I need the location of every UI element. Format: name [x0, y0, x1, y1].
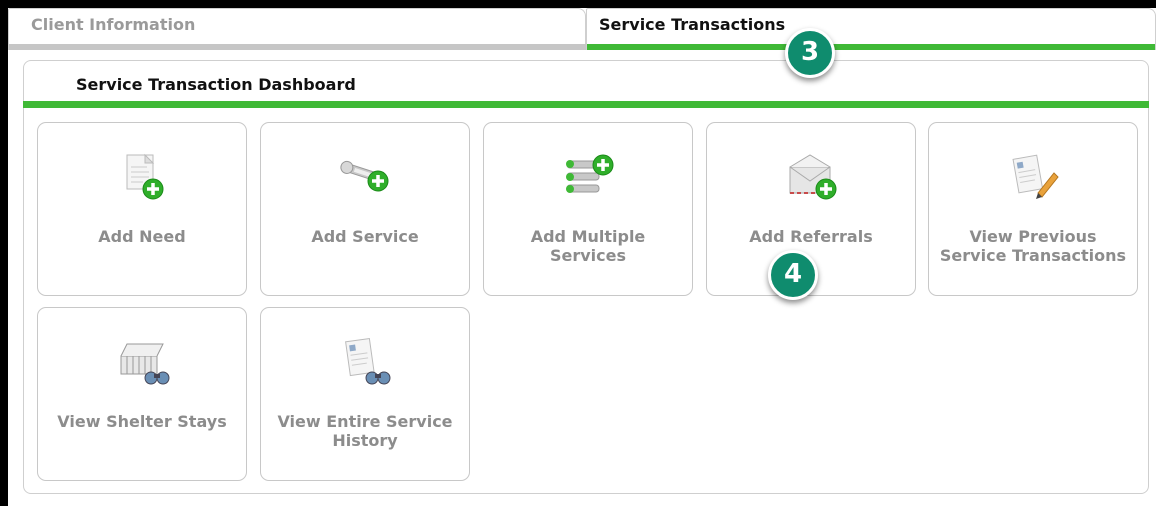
tile-label: Add Referrals [749, 227, 873, 246]
tile-label: Add Multiple Services [530, 227, 646, 265]
service-transaction-dashboard: Service Transaction Dashboard Add Need A… [23, 60, 1149, 494]
history-binoculars-icon [336, 334, 396, 390]
tab-service-transactions[interactable]: Service Transactions [586, 8, 1156, 50]
add-multiple-services-button[interactable]: Add Multiple Services [483, 122, 693, 296]
tile-label: View Entire Service History [277, 412, 453, 450]
tab-label: Client Information [31, 15, 196, 34]
step-callout-4: 4 [768, 250, 818, 300]
tile-label: View Previous Service Transactions [939, 227, 1127, 265]
view-shelter-stays-button[interactable]: View Shelter Stays [37, 307, 247, 481]
tab-client-information[interactable]: Client Information [8, 8, 586, 50]
tile-label: Add Service [311, 227, 419, 246]
tile-label: View Shelter Stays [57, 412, 227, 431]
tab-label: Service Transactions [599, 15, 786, 34]
add-need-button[interactable]: Add Need [37, 122, 247, 296]
step-callout-3: 3 [785, 28, 835, 78]
add-service-button[interactable]: Add Service [260, 122, 470, 296]
envelope-add-icon [782, 149, 842, 205]
tile-label: Add Need [98, 227, 186, 246]
panel-divider [23, 101, 1149, 108]
view-entire-service-history-button[interactable]: View Entire Service History [260, 307, 470, 481]
shelter-binoculars-icon [113, 334, 173, 390]
panel-title: Service Transaction Dashboard [76, 75, 356, 94]
document-edit-icon [1004, 149, 1064, 205]
key-add-icon [336, 149, 396, 205]
keys-add-icon [559, 149, 619, 205]
view-previous-service-transactions-button[interactable]: View Previous Service Transactions [928, 122, 1138, 296]
document-add-icon [113, 149, 173, 205]
